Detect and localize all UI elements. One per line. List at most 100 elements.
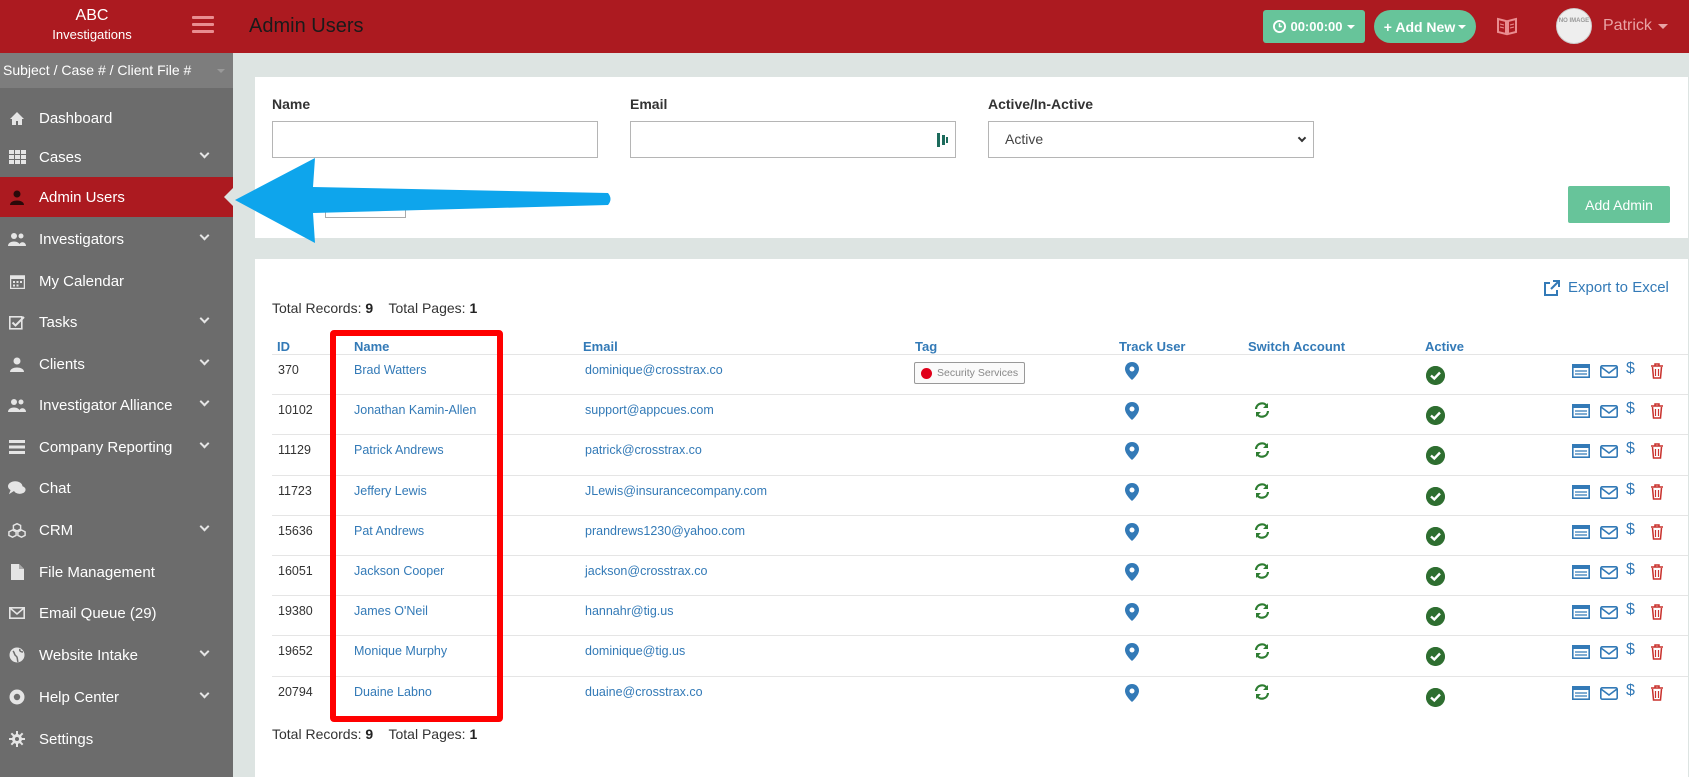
export-to-excel-link[interactable]: Export to Excel	[1544, 279, 1669, 296]
column-header-email[interactable]: Email	[583, 339, 618, 354]
column-header-id[interactable]: ID	[277, 339, 290, 354]
billing-dollar-icon[interactable]: $	[1626, 521, 1644, 538]
delete-trash-icon[interactable]	[1648, 644, 1666, 661]
name-filter-input[interactable]	[272, 121, 598, 158]
billing-dollar-icon[interactable]: $	[1626, 561, 1644, 578]
sidebar-item-chat[interactable]: Chat	[0, 468, 233, 508]
active-check-icon[interactable]	[1426, 567, 1445, 586]
delete-trash-icon[interactable]	[1648, 684, 1666, 701]
active-filter-select[interactable]: Active	[988, 121, 1314, 158]
sidebar-item-tasks[interactable]: Tasks	[0, 302, 233, 342]
case-search-dropdown[interactable]: Subject / Case # / Client File #	[0, 53, 233, 88]
sidebar-item-settings[interactable]: Settings	[0, 719, 233, 759]
active-check-icon[interactable]	[1426, 526, 1445, 546]
sidebar-item-cases[interactable]: Cases	[0, 137, 233, 177]
active-check-icon[interactable]	[1426, 366, 1445, 385]
map-pin-icon[interactable]	[1125, 522, 1139, 541]
view-details-icon[interactable]	[1572, 363, 1590, 379]
sync-icon[interactable]	[1254, 523, 1270, 539]
view-details-icon[interactable]	[1572, 443, 1590, 459]
column-header-tag[interactable]: Tag	[915, 339, 937, 354]
active-check-icon[interactable]	[1426, 687, 1445, 707]
row-email-link[interactable]: dominique@crosstrax.co	[585, 363, 723, 377]
add-new-button[interactable]: + Add New	[1374, 10, 1476, 43]
delete-trash-icon[interactable]	[1648, 443, 1666, 460]
email-icon[interactable]	[1600, 443, 1618, 459]
map-pin-icon[interactable]	[1125, 442, 1139, 461]
email-filter-input[interactable]	[630, 121, 956, 158]
billing-dollar-icon[interactable]: $	[1626, 481, 1644, 498]
billing-dollar-icon[interactable]: $	[1626, 360, 1644, 377]
sidebar-item-my-calendar[interactable]: My Calendar	[0, 261, 233, 301]
email-icon[interactable]	[1600, 524, 1618, 540]
email-icon[interactable]	[1600, 484, 1618, 500]
timer-button[interactable]: 00:00:00	[1263, 10, 1365, 43]
delete-trash-icon[interactable]	[1648, 363, 1666, 379]
email-icon[interactable]	[1600, 685, 1618, 701]
sync-icon[interactable]	[1254, 482, 1270, 499]
delete-trash-icon[interactable]	[1648, 564, 1666, 580]
billing-dollar-icon[interactable]: $	[1626, 601, 1644, 618]
sync-icon[interactable]	[1254, 402, 1270, 418]
sync-icon[interactable]	[1254, 603, 1270, 619]
sidebar-item-admin-users[interactable]: Admin Users	[0, 177, 234, 217]
map-pin-icon[interactable]	[1125, 402, 1139, 421]
map-pin-icon[interactable]	[1125, 603, 1139, 622]
sync-icon[interactable]	[1254, 643, 1270, 660]
caret-down-icon[interactable]	[1658, 24, 1668, 29]
email-icon[interactable]	[1600, 604, 1618, 620]
sync-icon[interactable]	[1254, 563, 1270, 579]
row-email-link[interactable]: duaine@crosstrax.co	[585, 685, 703, 699]
view-details-icon[interactable]	[1572, 564, 1590, 580]
brand-logo[interactable]: ABC Investigations	[0, 0, 184, 53]
sidebar-item-clients[interactable]: Clients	[0, 344, 233, 384]
row-email-link[interactable]: dominique@tig.us	[585, 644, 685, 658]
email-icon[interactable]	[1600, 644, 1618, 660]
row-email-link[interactable]: prandrews1230@yahoo.com	[585, 524, 745, 538]
row-email-link[interactable]: JLewis@insurancecompany.com	[585, 484, 767, 498]
user-name[interactable]: Patrick	[1603, 17, 1652, 35]
active-check-icon[interactable]	[1426, 647, 1445, 667]
map-pin-icon[interactable]	[1125, 683, 1139, 702]
sidebar-item-help-center[interactable]: Help Center	[0, 677, 233, 717]
delete-trash-icon[interactable]	[1648, 403, 1666, 419]
sidebar-item-crm[interactable]: CRM	[0, 510, 233, 550]
billing-dollar-icon[interactable]: $	[1626, 400, 1644, 417]
hamburger-menu-icon[interactable]	[192, 16, 214, 34]
add-admin-button[interactable]: Add Admin	[1568, 186, 1670, 223]
delete-trash-icon[interactable]	[1648, 604, 1666, 620]
view-details-icon[interactable]	[1572, 403, 1590, 419]
map-pin-icon[interactable]	[1125, 563, 1139, 581]
view-details-icon[interactable]	[1572, 524, 1590, 540]
billing-dollar-icon[interactable]: $	[1626, 682, 1644, 699]
email-icon[interactable]	[1600, 564, 1618, 580]
sync-icon[interactable]	[1254, 442, 1270, 459]
view-details-icon[interactable]	[1572, 604, 1590, 620]
password-manager-icon[interactable]	[937, 131, 949, 149]
sidebar-item-investigator-alliance[interactable]: Investigator Alliance	[0, 385, 233, 425]
sidebar-item-file-management[interactable]: File Management	[0, 552, 233, 592]
column-header-active[interactable]: Active	[1425, 339, 1464, 354]
map-pin-icon[interactable]	[1125, 362, 1139, 380]
row-email-link[interactable]: support@appcues.com	[585, 403, 714, 417]
row-email-link[interactable]: hannahr@tig.us	[585, 604, 673, 618]
sidebar-item-investigators[interactable]: Investigators	[0, 219, 233, 259]
sync-icon[interactable]	[1254, 683, 1270, 700]
active-check-icon[interactable]	[1426, 486, 1445, 506]
billing-dollar-icon[interactable]: $	[1626, 440, 1644, 457]
sidebar-item-email-queue[interactable]: Email Queue (29)	[0, 593, 233, 633]
column-header-track-user[interactable]: Track User	[1119, 339, 1186, 354]
row-email-link[interactable]: patrick@crosstrax.co	[585, 443, 702, 457]
avatar[interactable]: NO IMAGE	[1556, 8, 1592, 44]
active-check-icon[interactable]	[1426, 406, 1445, 426]
map-pin-icon[interactable]	[1125, 643, 1139, 662]
email-icon[interactable]	[1600, 403, 1618, 419]
sidebar-item-dashboard[interactable]: Dashboard	[0, 98, 233, 138]
map-pin-icon[interactable]	[1125, 482, 1139, 501]
view-details-icon[interactable]	[1572, 644, 1590, 660]
sidebar-item-website-intake[interactable]: Website Intake	[0, 635, 233, 675]
book-icon[interactable]	[1496, 16, 1518, 36]
row-email-link[interactable]: jackson@crosstrax.co	[585, 564, 707, 578]
active-check-icon[interactable]	[1426, 607, 1445, 627]
delete-trash-icon[interactable]	[1648, 524, 1666, 540]
